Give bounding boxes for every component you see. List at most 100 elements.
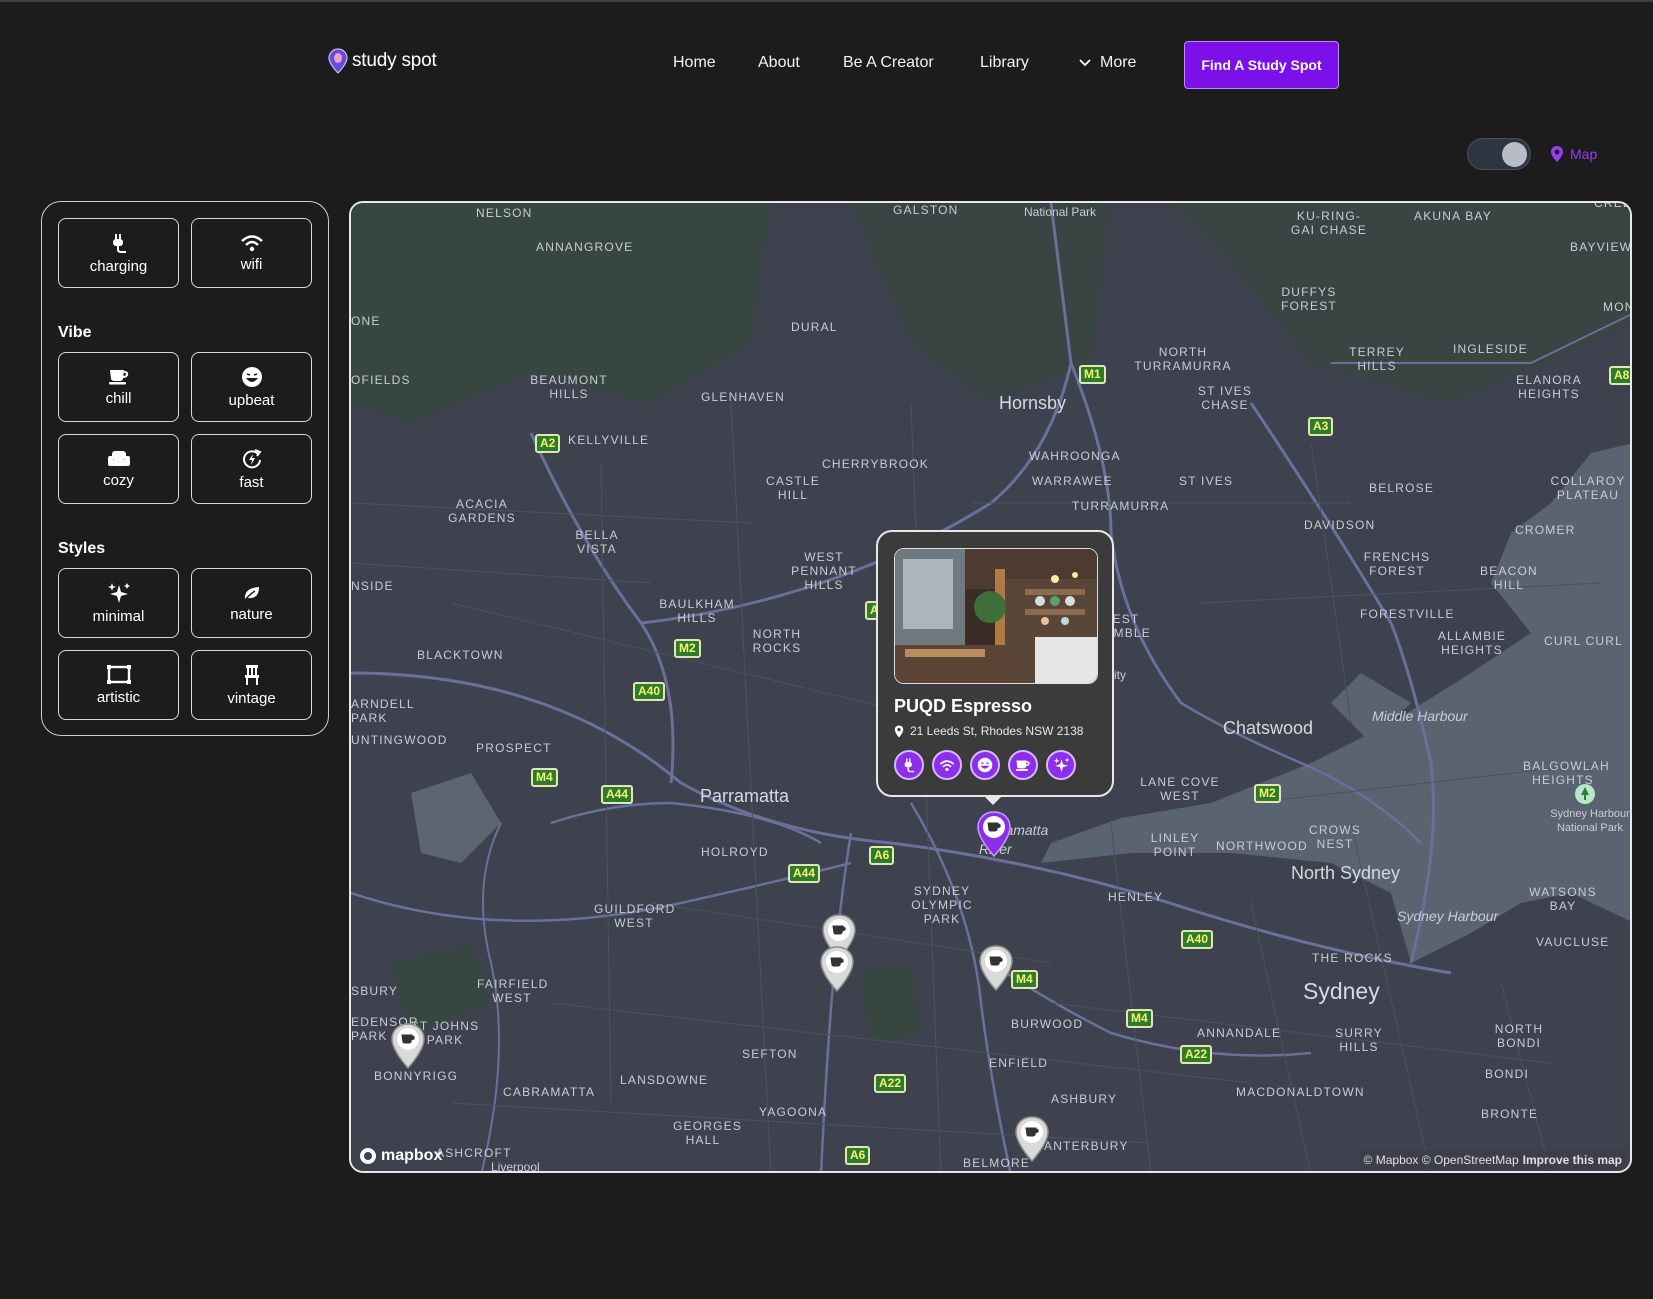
map-place-label: SBURY [351, 984, 399, 998]
nav-about[interactable]: About [758, 54, 800, 72]
find-study-spot-button[interactable]: Find A Study Spot [1184, 41, 1339, 89]
map-place-label: Liverpool [491, 1160, 540, 1173]
map-canvas[interactable]: NELSON GALSTON National Park KU-RING-GAI… [349, 201, 1632, 1173]
map-place-label: NORTH BONDI [1494, 1022, 1544, 1050]
map-label-text: Map [1570, 146, 1598, 162]
road-shield: M2 [674, 639, 701, 658]
map-place-label: EST IMBLE [1109, 612, 1152, 640]
brand-name: study spot [352, 50, 437, 71]
map-place-label: PROSPECT [476, 741, 552, 755]
armchair-icon [107, 450, 130, 466]
view-toggle[interactable] [1467, 138, 1531, 170]
map-place-label: BAULKHAM HILLS [659, 597, 735, 625]
road-shield: M4 [1126, 1009, 1153, 1028]
selected-cafe-map-pin[interactable] [976, 810, 1012, 858]
map-place-label: ANNANGROVE [536, 240, 634, 254]
sparkles-icon [107, 582, 130, 603]
map-place-label: DAVIDSON [1304, 518, 1376, 532]
plug-icon [112, 233, 126, 253]
map-place-label: LINLEY POINT [1150, 831, 1200, 859]
filter-cozy[interactable]: cozy [58, 434, 179, 504]
map-place-label: ASHBURY [1051, 1092, 1118, 1106]
cafe-map-pin[interactable] [978, 944, 1014, 992]
cafe-map-pin[interactable] [1014, 1115, 1050, 1163]
road-shield: A2 [535, 434, 561, 453]
filter-upbeat[interactable]: upbeat [191, 352, 312, 422]
road-shield: A8 [1609, 366, 1630, 385]
location-pin-icon [894, 725, 904, 737]
map-place-label: WEST PENNANT HILLS [791, 550, 857, 592]
map-place-label: BLACKTOWN [417, 648, 504, 662]
map-place-label: ST IVES [1179, 474, 1234, 488]
filter-charging[interactable]: charging [58, 218, 179, 288]
cafe-map-pin[interactable] [819, 945, 855, 993]
wifi-icon [932, 750, 962, 780]
map-place-label: WATSONS BAY [1529, 885, 1597, 913]
frame-icon [106, 664, 131, 684]
map-place-label: INGLESIDE [1453, 342, 1528, 356]
map-place-label: WARRAWEE [1032, 474, 1113, 488]
map-view-label[interactable]: Map [1550, 145, 1597, 163]
filter-chill[interactable]: chill [58, 352, 179, 422]
cafe-map-pin[interactable] [390, 1022, 426, 1070]
map-place-label: BELROSE [1369, 481, 1435, 495]
chevron-down-icon [1079, 59, 1091, 67]
map-place-label: HOLROYD [701, 845, 769, 859]
nav-home[interactable]: Home [673, 54, 716, 72]
filter-nature[interactable]: nature [191, 568, 312, 638]
nav-be-a-creator[interactable]: Be A Creator [843, 54, 934, 72]
map-place-label: ONE [351, 314, 381, 328]
styles-heading: Styles [58, 540, 106, 557]
road-shield: A44 [601, 785, 634, 804]
mapbox-icon [360, 1148, 376, 1164]
vibe-heading: Vibe [58, 324, 92, 341]
map-place-label: National Park [1024, 205, 1097, 219]
mapbox-logo[interactable]: mapbox [359, 1147, 442, 1165]
map-place-label: ASHCROFT [436, 1146, 512, 1160]
cafe-photo [894, 548, 1098, 684]
attribution-text: © Mapbox © OpenStreetMap [1363, 1153, 1519, 1167]
map-place-label: COLLAROY PLATEAU [1550, 474, 1626, 502]
map-place-label: KELLYVILLE [568, 433, 650, 447]
map-place-label: NORTH ROCKS [752, 627, 802, 655]
popup-pointer [983, 795, 1003, 805]
map-place-label: BRONTE [1481, 1107, 1539, 1121]
lightning-refresh-icon [242, 448, 262, 468]
spot-popup-card[interactable]: PUQD Espresso 21 Leeds St, Rhodes NSW 21… [876, 530, 1114, 797]
filter-label: vintage [227, 689, 276, 707]
map-place-label: ARNDELL PARK [351, 697, 415, 725]
map-place-label: GALSTON [893, 203, 959, 217]
road-shield: A6 [845, 1146, 871, 1165]
improve-map-link[interactable]: Improve this map [1523, 1153, 1622, 1167]
map-place-label: WAHROONGA [1029, 449, 1121, 463]
map-attribution[interactable]: © Mapbox © OpenStreetMap Improve this map [1359, 1151, 1626, 1169]
filter-fast[interactable]: fast [191, 434, 312, 504]
filter-vintage[interactable]: vintage [191, 650, 312, 720]
road-shield: A6 [869, 846, 895, 865]
map-place-label: VAUCLUSE [1536, 935, 1610, 949]
filter-panel: charging wifi Vibe chill upbeat cozy fas… [41, 201, 329, 736]
spot-tag-icons [894, 750, 1076, 780]
brand-logo[interactable]: study spot [328, 48, 437, 74]
road-shield: A3 [1308, 417, 1334, 436]
filter-label: chill [105, 389, 132, 407]
road-shield: A40 [1181, 930, 1214, 949]
nav-more-label: More [1100, 54, 1137, 71]
filter-minimal[interactable]: minimal [58, 568, 179, 638]
filter-wifi[interactable]: wifi [191, 218, 312, 288]
map-place-label: FAIRFIELD WEST [477, 977, 549, 1005]
leaf-icon [243, 586, 259, 600]
location-pin-icon [1551, 146, 1563, 162]
road-shield: M4 [1011, 970, 1038, 989]
map-place-label: BURWOOD [1011, 1017, 1084, 1031]
nav-library[interactable]: Library [980, 54, 1029, 72]
map-place-label: SEFTON [742, 1047, 798, 1061]
map-place-label: FRENCHS FOREST [1363, 550, 1431, 578]
map-place-label: HENLEY [1108, 890, 1164, 904]
road-shield: M4 [531, 768, 558, 787]
filter-label: charging [89, 257, 148, 275]
filter-artistic[interactable]: artistic [58, 650, 179, 720]
nav-more[interactable]: More [1078, 54, 1136, 72]
map-place-label: ALLAMBIE HEIGHTS [1437, 629, 1507, 657]
map-place-label: DUFFYS FOREST [1281, 285, 1337, 313]
